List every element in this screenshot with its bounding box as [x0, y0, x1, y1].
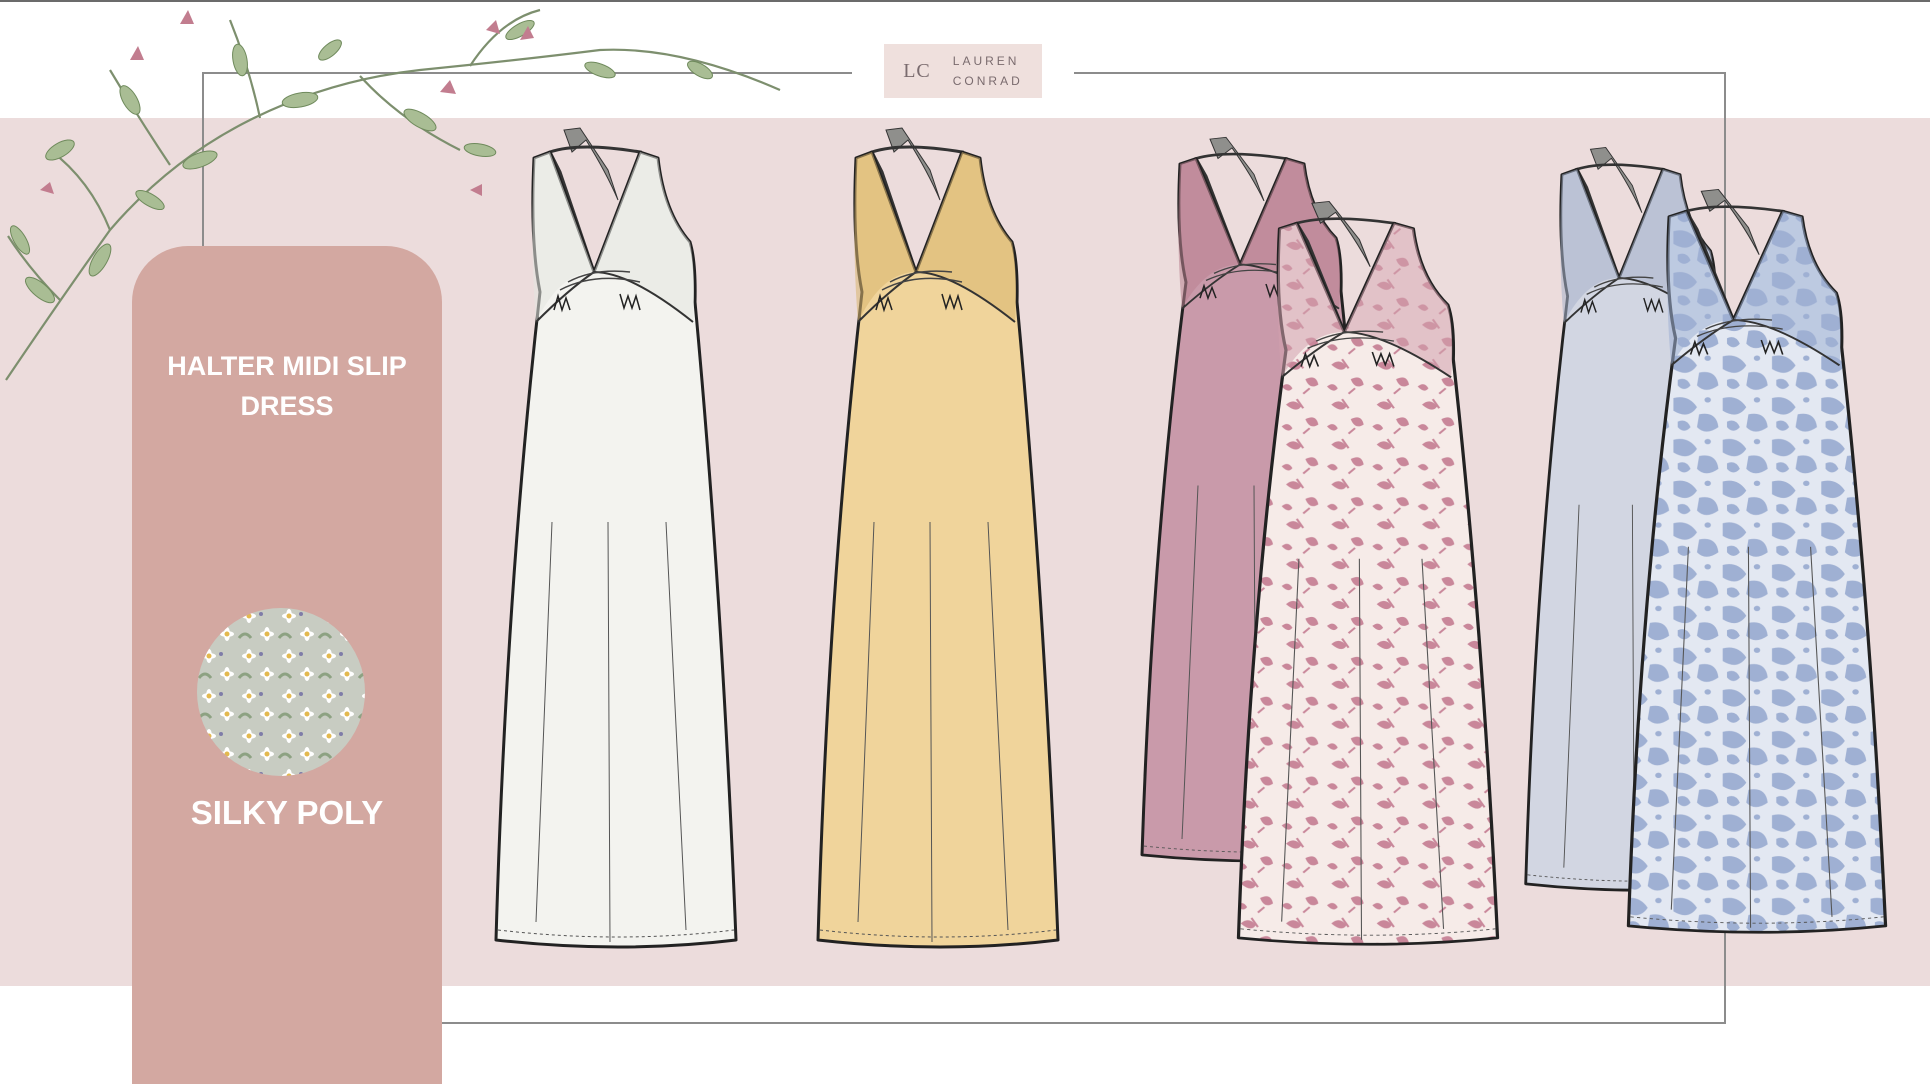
dress-butter-yellow [816, 126, 1060, 949]
brand-monogram: LC [903, 59, 931, 82]
brand-name-line1: LAUREN [952, 54, 1020, 68]
brand-name-line2: CONRAD [952, 74, 1023, 88]
brand-wordmark: LAUREN CONRAD [953, 54, 1023, 88]
brand-logo: LC LAUREN CONRAD [884, 44, 1042, 98]
dress-pink-floral-print [1236, 199, 1500, 946]
fabric-swatch [197, 608, 365, 776]
dress-ivory [494, 126, 738, 949]
product-info-panel: HALTER MIDI SLIP DRESS SILKY POLY [132, 246, 442, 1084]
dress-blue-floral-print [1626, 187, 1888, 934]
product-title: HALTER MIDI SLIP DRESS [167, 351, 407, 421]
fabric-name: SILKY POLY [190, 794, 384, 831]
